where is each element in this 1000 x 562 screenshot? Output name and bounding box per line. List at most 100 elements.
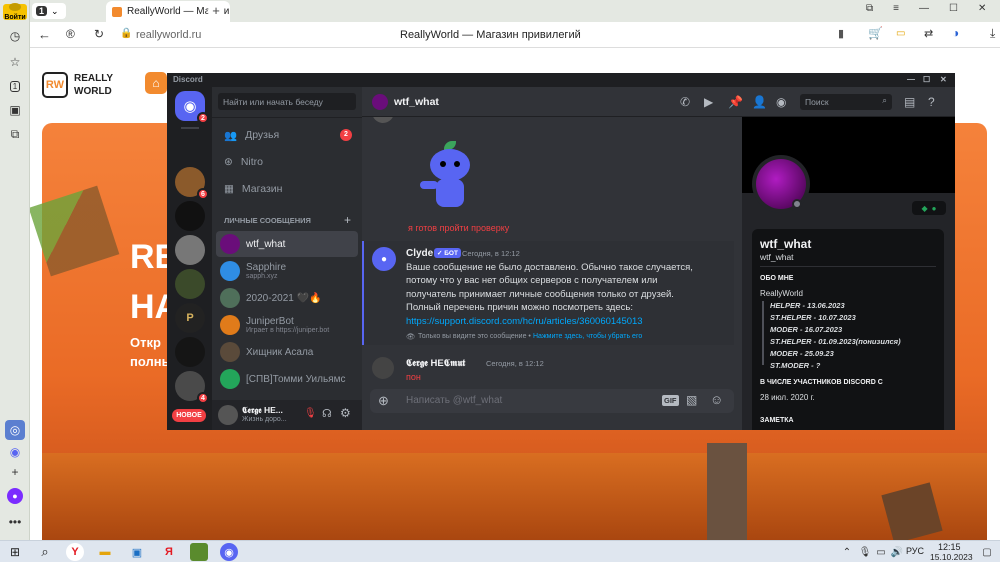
server-5[interactable]: P: [175, 303, 205, 333]
clock-time[interactable]: 12:15: [938, 542, 961, 552]
user2-name[interactable]: 𝕮𝖊𝖗𝖌𝖊 НЕ𝕮𝖒𝖚𝖙: [406, 358, 465, 369]
dc-minimize-icon[interactable]: —: [907, 73, 915, 87]
yandex-icon[interactable]: Я: [160, 543, 178, 561]
maximize-icon[interactable]: ☐: [949, 3, 958, 14]
history-icon[interactable]: ◷: [5, 26, 25, 46]
user-status: Жизнь доро...: [242, 416, 287, 423]
lock-icon: 🔒: [120, 28, 133, 39]
sticker-icon[interactable]: ▧: [686, 393, 697, 407]
server-6[interactable]: [175, 337, 205, 367]
headset-icon[interactable]: ☊: [322, 407, 332, 420]
attach-plus-icon[interactable]: ⊕: [378, 393, 389, 409]
minimize-icon[interactable]: —: [919, 3, 929, 14]
dm-item-sapphire[interactable]: Sapphire sapph.xyz: [216, 258, 358, 284]
yandex-browser-icon[interactable]: Y: [66, 543, 84, 561]
discord-app-icon[interactable]: ◉: [5, 442, 25, 462]
screenshot-icon[interactable]: ⧉: [5, 124, 25, 144]
avatar: [372, 117, 394, 123]
protect-icon[interactable]: ®: [66, 27, 75, 41]
dm-item-group[interactable]: 2020-2021 🖤🔥: [216, 285, 358, 311]
message-input[interactable]: Написать @wtf_what: [406, 395, 502, 406]
back-icon[interactable]: ←: [38, 27, 51, 42]
photos-icon[interactable]: ▣: [128, 543, 146, 561]
new-tab-button[interactable]: +: [208, 3, 224, 19]
clyde-name[interactable]: Clyde: [406, 248, 433, 259]
battery-icon[interactable]: ▭: [896, 28, 905, 39]
chat-channel-name: wtf_what: [394, 96, 439, 108]
alice-icon[interactable]: ●: [7, 488, 23, 504]
translate-icon[interactable]: ⇄: [924, 27, 933, 40]
new-button[interactable]: НОВОЕ: [172, 409, 206, 422]
gif-button[interactable]: GIF: [662, 395, 679, 406]
keyboard-language[interactable]: РУС: [906, 546, 924, 556]
dm-item-juniperbot[interactable]: JuniperBot Играет в https://juniper.bot: [216, 312, 358, 338]
add-app-icon[interactable]: +: [5, 462, 25, 482]
clyde-message: ● Clyde ✓ БОТ Сегодня, в 12:12 Ваше сооб…: [362, 241, 734, 345]
clyde-support-link[interactable]: https://support.discord.com/hc/ru/articl…: [406, 316, 643, 327]
nav-friends[interactable]: 👥 Друзья 2: [216, 123, 358, 147]
site-logo-icon[interactable]: RW: [42, 72, 68, 98]
bookmarks-icon[interactable]: ☆: [5, 52, 25, 72]
discord-taskbar-icon[interactable]: ◉: [220, 543, 238, 561]
dm-sidebar: Найти или начать беседу 👥 Друзья 2 ⊛ Nitro…: [212, 87, 362, 430]
url-text[interactable]: reallyworld.ru: [136, 29, 201, 41]
menu-icon[interactable]: ≡: [893, 3, 899, 14]
download-icon[interactable]: ⤓: [990, 26, 995, 41]
login-badge[interactable]: Войти: [3, 3, 27, 21]
avatar: [220, 315, 240, 335]
notifications-icon[interactable]: ▢: [978, 543, 996, 561]
pin-icon[interactable]: 📌: [728, 95, 743, 109]
vk-app-icon[interactable]: ◎: [5, 420, 25, 440]
nav-shop[interactable]: ▦ Магазин: [216, 177, 358, 201]
dm-item-wtf-what[interactable]: wtf_what: [216, 231, 358, 257]
extensions-icon[interactable]: ◑: [952, 26, 959, 40]
emoji-icon[interactable]: ☺: [710, 392, 723, 407]
help-icon[interactable]: ?: [928, 95, 935, 109]
windows-start-icon[interactable]: ⊞: [6, 543, 24, 561]
settings-gear-icon[interactable]: ⚙: [340, 406, 351, 420]
bookmark-icon[interactable]: ▮: [838, 27, 844, 40]
tray-chevron-icon[interactable]: ⌃: [838, 543, 856, 561]
about-line-6: ST.MODER - ?: [770, 361, 821, 370]
dc-maximize-icon[interactable]: ☐: [923, 73, 930, 87]
header-search-input[interactable]: Поиск ⌕: [800, 94, 892, 110]
window-controls: ⧉ ≡ — ☐ ✕: [866, 3, 986, 14]
server-4[interactable]: [175, 269, 205, 299]
server-3[interactable]: [175, 235, 205, 265]
close-window-icon[interactable]: ✕: [978, 3, 986, 14]
create-dm-icon[interactable]: +: [344, 213, 351, 227]
discord-home-icon[interactable]: ◉ 2: [175, 91, 209, 124]
cart-icon[interactable]: 🛒: [868, 26, 883, 40]
tabs-icon[interactable]: 1: [5, 76, 25, 96]
media-icon[interactable]: ▣: [5, 100, 25, 120]
nav-nitro[interactable]: ⊛ Nitro: [216, 150, 358, 174]
home-nav-button[interactable]: ⌂: [145, 72, 167, 94]
file-explorer-icon[interactable]: ▬: [96, 543, 114, 561]
video-call-icon[interactable]: ▶: [704, 95, 713, 109]
server-1[interactable]: 6: [175, 167, 209, 200]
volume-icon[interactable]: 🔊: [888, 543, 906, 561]
server-7[interactable]: 4: [175, 371, 209, 404]
dismiss-message-link[interactable]: Нажмите здесь, чтобы убрать его: [533, 333, 642, 340]
dm-item-hishnik[interactable]: Хищник Асала: [216, 339, 358, 365]
search-icon[interactable]: ⌕: [36, 543, 54, 561]
dc-close-icon[interactable]: ✕: [940, 73, 947, 87]
add-friend-icon[interactable]: 👤: [752, 95, 767, 109]
badge-active-developer-icon: ◆: [921, 203, 928, 213]
character-figure: [707, 443, 747, 540]
dm-item-tommy[interactable]: [СПВ]Томми Уильямс: [216, 366, 358, 392]
voice-call-icon[interactable]: ✆: [680, 95, 690, 109]
reload-icon[interactable]: ↻: [94, 27, 104, 41]
clock-date[interactable]: 15.10.2023: [930, 552, 973, 562]
minecraft-icon[interactable]: [190, 543, 208, 561]
dm-search-input[interactable]: Найти или начать беседу: [218, 93, 356, 110]
inbox-icon[interactable]: ▤: [904, 95, 915, 109]
mute-mic-icon[interactable]: 🎙: [304, 408, 317, 419]
server-2[interactable]: [175, 201, 205, 231]
note-title: ЗАМЕТКА: [760, 417, 794, 424]
collections-icon[interactable]: ⧉: [866, 3, 873, 14]
tab-counter[interactable]: 1 ⌄: [32, 3, 66, 19]
user-profile-icon[interactable]: ◉: [776, 95, 786, 109]
avatar[interactable]: [218, 405, 238, 425]
more-icon[interactable]: •••: [5, 512, 25, 532]
